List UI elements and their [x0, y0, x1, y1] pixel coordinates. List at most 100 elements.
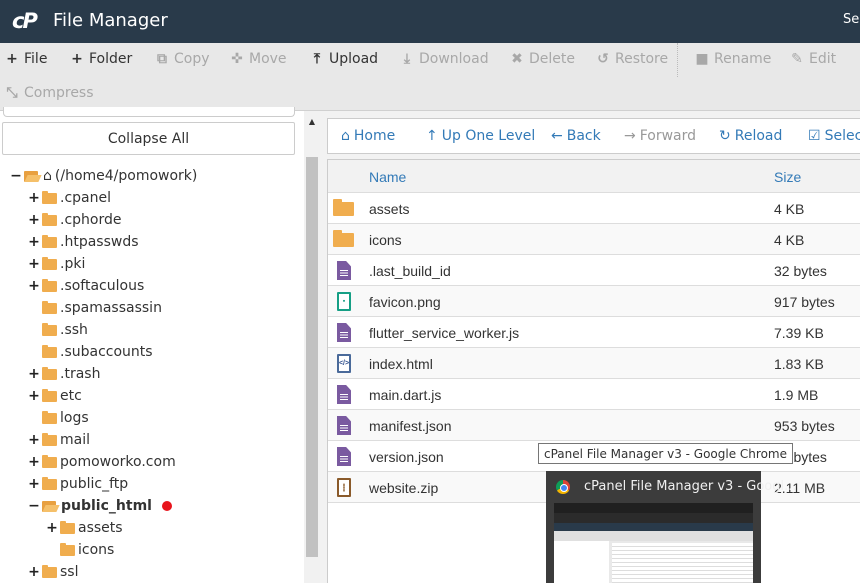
download-button[interactable]: ⤓ Download	[400, 51, 489, 67]
restore-button[interactable]: ↺ Restore	[596, 51, 668, 67]
delete-button[interactable]: ✖ Delete	[510, 51, 575, 67]
restore-icon: ↺	[597, 51, 609, 67]
file-row[interactable]: .last_build_id 32 bytes	[328, 255, 860, 286]
toolbar-button-label: File	[24, 51, 48, 67]
taskbar-window-preview[interactable]: cPanel File Manager v3 - Googl...	[546, 471, 797, 583]
tree-item[interactable]: + public_ftp	[28, 473, 128, 495]
scroll-up-arrow-icon[interactable]: ▲	[304, 117, 320, 126]
tree-item[interactable]: − ⌂ (/home4/pomowork)	[10, 165, 197, 187]
text-file-icon	[333, 261, 355, 280]
file-row[interactable]: main.dart.js 1.9 MB	[328, 379, 860, 410]
collapse-icon[interactable]: −	[28, 498, 40, 514]
folder-icon	[42, 366, 57, 380]
tree-item-label: .ssh	[60, 322, 88, 338]
tree-item[interactable]: + pomoworko.com	[28, 451, 176, 473]
edit-button[interactable]: ✎ Edit	[790, 51, 836, 67]
level-up-icon: ↑	[426, 128, 438, 144]
column-header-name[interactable]: Name	[369, 169, 406, 185]
checkbox-icon: ☑	[808, 128, 821, 144]
tree-item[interactable]: + .trash	[28, 363, 100, 385]
folder-icon	[42, 234, 57, 248]
move-button[interactable]: ✜ Move	[230, 51, 287, 67]
tree-item-label: .htpasswds	[60, 234, 139, 250]
tree-item[interactable]: icons	[46, 539, 114, 561]
up-one-level-button[interactable]: ↑ Up One Level	[426, 128, 535, 144]
table-header: Name Size	[328, 159, 860, 193]
text-file-icon	[333, 447, 355, 466]
expand-icon[interactable]: +	[28, 388, 40, 404]
expand-icon[interactable]: +	[28, 476, 40, 492]
expand-icon[interactable]: +	[28, 564, 40, 580]
tree-item-label: (/home4/pomowork)	[54, 168, 198, 184]
expand-icon[interactable]: +	[28, 190, 40, 206]
toolbar-button-label: Edit	[809, 51, 837, 67]
tree-item[interactable]: − public_html	[28, 495, 172, 517]
tree-item[interactable]: .ssh	[28, 319, 88, 341]
tree-item-label: pomoworko.com	[60, 454, 176, 470]
file-row[interactable]: manifest.json 953 bytes	[328, 410, 860, 441]
copy-button[interactable]: ⧉ Copy	[155, 51, 210, 67]
tree-item[interactable]: logs	[28, 407, 89, 429]
folder-open-icon	[42, 500, 58, 512]
tree-item[interactable]: + etc	[28, 385, 82, 407]
scrollbar-thumb[interactable]	[306, 157, 318, 557]
tree-item-label: .trash	[60, 366, 101, 382]
tree-item-label: ssl	[60, 564, 79, 580]
tree-item[interactable]: + .softaculous	[28, 275, 144, 297]
home-button[interactable]: ⌂ Home	[341, 128, 395, 144]
tree-item[interactable]: .subaccounts	[28, 341, 153, 363]
arrow-right-icon: →	[624, 128, 636, 144]
tree-scrollbar[interactable]: ▲	[304, 111, 320, 583]
expand-icon[interactable]: +	[28, 212, 40, 228]
upload-icon: ⤒	[313, 51, 321, 67]
file-name: .last_build_id	[369, 263, 451, 279]
tree-item[interactable]: + .cphorde	[28, 209, 121, 231]
file-button[interactable]: + File	[5, 51, 47, 67]
tree-item[interactable]: + ssl	[28, 561, 78, 583]
expand-icon[interactable]: +	[28, 432, 40, 448]
compress-button[interactable]: ⤡ Compress	[5, 85, 93, 101]
file-row[interactable]: ▪ favicon.png 917 bytes	[328, 286, 860, 317]
expand-icon[interactable]: +	[28, 366, 40, 382]
home-icon: ⌂	[341, 128, 350, 144]
reload-button[interactable]: ↻ Reload	[719, 128, 782, 144]
folder-icon	[42, 454, 57, 468]
collapse-all-button[interactable]: Collapse All	[2, 122, 295, 155]
tree-item[interactable]: + assets	[46, 517, 122, 539]
toolbar-button-label: Rename	[714, 51, 772, 67]
file-row[interactable]: assets 4 KB	[328, 193, 860, 224]
thumb-toolbar	[554, 531, 753, 541]
upload-button[interactable]: ⤒ Upload	[310, 51, 378, 67]
forward-button[interactable]: → Forward	[624, 128, 696, 144]
tree-item[interactable]: + .pki	[28, 253, 85, 275]
path-input-remnant[interactable]	[3, 107, 295, 117]
cpanel-logo[interactable]: cP	[12, 9, 38, 33]
rename-button[interactable]: ■ Rename	[695, 51, 771, 67]
tree-item[interactable]: + mail	[28, 429, 90, 451]
tree-item-label: public_html	[61, 498, 152, 514]
expand-icon[interactable]: +	[28, 234, 40, 250]
expand-icon[interactable]: +	[28, 256, 40, 272]
expand-icon[interactable]: +	[28, 278, 40, 294]
expand-icon[interactable]: +	[46, 520, 58, 536]
top-header: cP File Manager Search	[0, 0, 860, 43]
file-row[interactable]: </> index.html 1.83 KB	[328, 348, 860, 379]
tree-item-label: mail	[60, 432, 90, 448]
file-row[interactable]: icons 4 KB	[328, 224, 860, 255]
expand-icon[interactable]: +	[28, 454, 40, 470]
folder-button[interactable]: + Folder	[70, 51, 132, 67]
folder-icon	[42, 410, 57, 424]
tree-item[interactable]: + .cpanel	[28, 187, 111, 209]
tree-item[interactable]: .spamassassin	[28, 297, 162, 319]
back-button[interactable]: ← Back	[551, 128, 601, 144]
tree-item[interactable]: + .htpasswds	[28, 231, 139, 253]
collapse-icon[interactable]: −	[10, 168, 22, 184]
column-header-size[interactable]: Size	[774, 169, 801, 185]
toolbar-button-label: Move	[249, 51, 287, 67]
file-row[interactable]: flutter_service_worker.js 7.39 KB	[328, 317, 860, 348]
preview-thumbnail[interactable]	[554, 503, 753, 583]
arrow-left-icon: ←	[551, 128, 563, 144]
tree-item-label: .cpanel	[60, 190, 111, 206]
directory-tree-panel: Collapse All − ⌂ (/home4/pomowork) + .cpanel…	[0, 107, 320, 583]
select-all-button[interactable]: ☑Select All	[808, 128, 860, 144]
